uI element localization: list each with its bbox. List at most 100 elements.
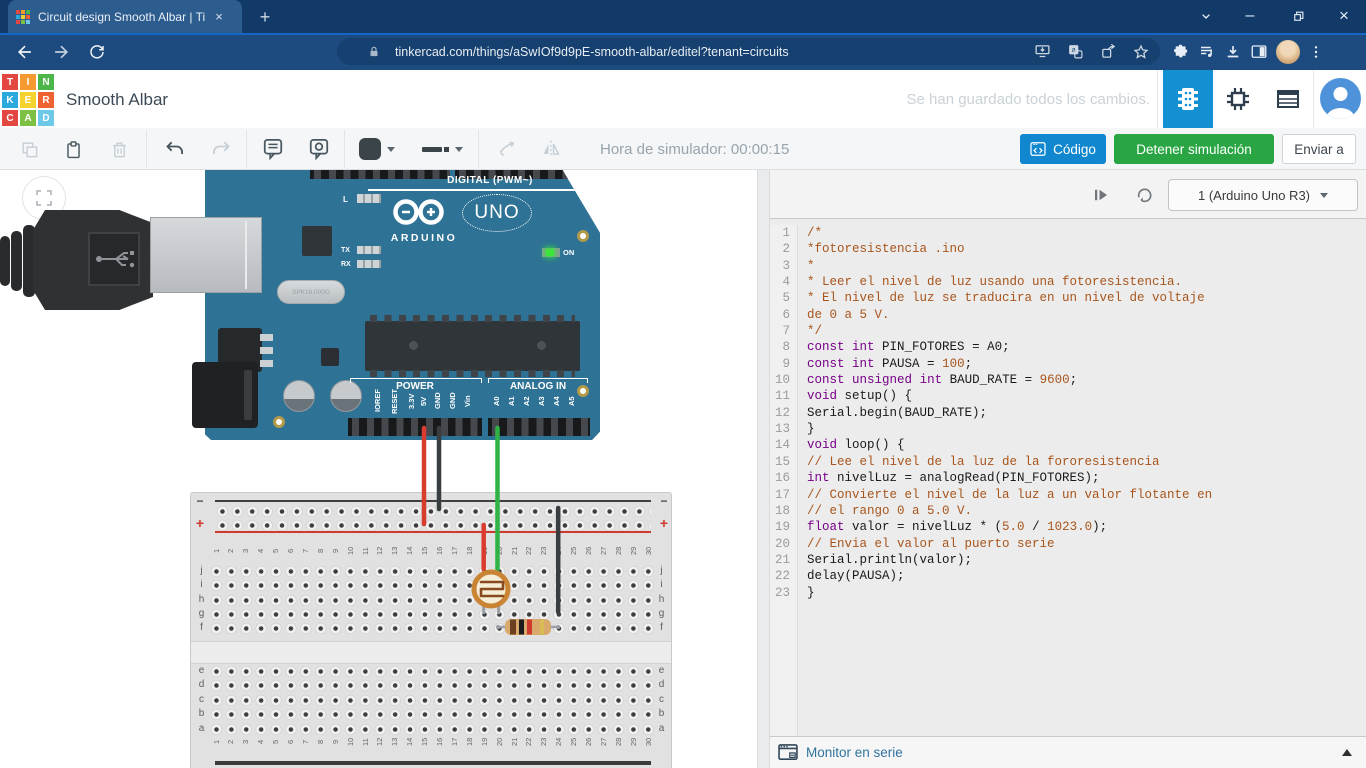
code-line[interactable]: 6de 0 a 5 V. xyxy=(770,307,1366,323)
code-line[interactable]: 23} xyxy=(770,585,1366,601)
code-line[interactable]: 9const int PAUSA = 100; xyxy=(770,356,1366,372)
line-number: 7 xyxy=(770,323,798,339)
code-line[interactable]: 5* El nivel de luz se traducira en un ni… xyxy=(770,290,1366,306)
label-icon[interactable] xyxy=(304,136,334,162)
code-line[interactable]: 12Serial.begin(BAUD_RATE); xyxy=(770,405,1366,421)
component-list-view-button[interactable] xyxy=(1263,70,1313,128)
logo-tile xyxy=(21,15,25,19)
side-panel-icon[interactable] xyxy=(1250,43,1268,61)
code-line[interactable]: 1/* xyxy=(770,225,1366,241)
schematic-view-button[interactable] xyxy=(1213,70,1263,128)
color-dropdown[interactable] xyxy=(355,136,399,162)
code-line[interactable]: 11void setup() { xyxy=(770,388,1366,404)
line-number: 21 xyxy=(770,552,798,568)
new-tab-button[interactable]: + xyxy=(252,4,278,30)
color-swatch xyxy=(359,138,381,160)
resistor-lead-end[interactable] xyxy=(556,625,560,629)
panel-resize-handle[interactable] xyxy=(757,170,770,768)
share-icon[interactable] xyxy=(1095,39,1121,65)
browser-profile-avatar[interactable] xyxy=(1276,40,1300,64)
logo-tile: C xyxy=(2,110,18,126)
simulator-time: Hora de simulador: 00:00:15 xyxy=(600,141,789,158)
wire-style-dot xyxy=(444,147,449,152)
logo-tile xyxy=(16,10,20,14)
tab-search-chevron-icon[interactable] xyxy=(1186,0,1226,32)
rotate-icon[interactable] xyxy=(492,136,522,162)
restart-simulation-icon[interactable] xyxy=(1132,183,1158,207)
wire-style-dropdown[interactable] xyxy=(418,136,466,162)
resistor-band[interactable] xyxy=(540,620,544,635)
extensions-puzzle-icon[interactable] xyxy=(1172,43,1190,61)
code-line[interactable]: 17// Convierte el nivel de la luz a un v… xyxy=(770,487,1366,503)
paste-icon[interactable] xyxy=(58,136,88,162)
code-line[interactable]: 19float valor = nivelLuz * (5.0 / 1023.0… xyxy=(770,519,1366,535)
code-button[interactable]: Código xyxy=(1020,134,1106,164)
code-line[interactable]: 7*/ xyxy=(770,323,1366,339)
line-number: 12 xyxy=(770,405,798,421)
line-number: 14 xyxy=(770,437,798,453)
forward-icon[interactable] xyxy=(46,39,76,65)
flip-icon[interactable] xyxy=(536,136,566,162)
send-to-button[interactable]: Enviar a xyxy=(1282,134,1356,164)
code-line[interactable]: 18// el rango 0 a 5.0 V. xyxy=(770,503,1366,519)
line-number: 22 xyxy=(770,568,798,584)
expand-monitor-caret-icon[interactable] xyxy=(1342,749,1352,756)
line-number: 15 xyxy=(770,454,798,470)
resistor-band[interactable] xyxy=(519,620,524,635)
downloads-icon[interactable] xyxy=(1224,43,1242,61)
code-line[interactable]: 13} xyxy=(770,421,1366,437)
copy-icon[interactable] xyxy=(14,136,44,162)
delete-icon[interactable] xyxy=(104,136,134,162)
resistor-lead-end[interactable] xyxy=(496,625,500,629)
code-line[interactable]: 15// Lee el nivel de la luz de la forore… xyxy=(770,454,1366,470)
resistor-band[interactable] xyxy=(510,620,516,635)
board-selector-dropdown[interactable]: 1 (Arduino Uno R3) xyxy=(1168,179,1358,211)
toolbar-separator xyxy=(344,130,345,168)
code-line[interactable]: 21Serial.println(valor); xyxy=(770,552,1366,568)
bookmark-star-icon[interactable] xyxy=(1128,39,1154,65)
resistor-band[interactable] xyxy=(527,620,532,635)
circuit-canvas[interactable]: DIGITAL (PWM~) L ARDUINO UNO TX RX ON SP… xyxy=(0,170,757,768)
redo-icon[interactable] xyxy=(206,136,236,162)
code-line[interactable]: 3* xyxy=(770,258,1366,274)
tinkercad-account-avatar[interactable] xyxy=(1320,78,1361,119)
logo-tile xyxy=(26,20,30,24)
back-icon[interactable] xyxy=(10,39,40,65)
code-line[interactable]: 22delay(PAUSA); xyxy=(770,568,1366,584)
breadboard-view-button[interactable] xyxy=(1163,70,1213,128)
install-icon[interactable] xyxy=(1029,39,1055,65)
tinkercad-logo[interactable]: TINKERCAD xyxy=(0,72,54,126)
code-line[interactable]: 16int nivelLuz = analogRead(PIN_FOTORES)… xyxy=(770,470,1366,486)
code-line[interactable]: 2*fotoresistencia .ino xyxy=(770,241,1366,257)
code-line[interactable]: 4* Leer el nivel de luz usando una fotor… xyxy=(770,274,1366,290)
code-editor[interactable]: 1/*2*fotoresistencia .ino3*4* Leer el ni… xyxy=(770,219,1366,736)
design-title[interactable]: Smooth Albar xyxy=(66,90,168,110)
send-to-label: Enviar a xyxy=(1294,142,1344,157)
debug-step-icon[interactable] xyxy=(1088,183,1114,207)
code-line[interactable]: 10const unsigned int BAUD_RATE = 9600; xyxy=(770,372,1366,388)
browser-menu-kebab-icon[interactable] xyxy=(1308,44,1324,60)
logo-tile: K xyxy=(2,92,18,108)
notes-icon[interactable] xyxy=(258,136,288,162)
tab-close-icon[interactable]: × xyxy=(210,8,228,26)
translate-icon[interactable]: a xyxy=(1062,39,1088,65)
chevron-down-icon xyxy=(1320,193,1328,198)
wires-layer[interactable] xyxy=(0,170,757,768)
undo-icon[interactable] xyxy=(160,136,190,162)
reload-icon[interactable] xyxy=(82,39,112,65)
toolbar-separator xyxy=(246,130,247,168)
url-bar[interactable]: tinkercad.com/things/aSwIOf9d9pE-smooth-… xyxy=(337,38,1160,65)
close-window-button[interactable]: × xyxy=(1324,0,1364,32)
stop-simulation-button[interactable]: Detener simulación xyxy=(1114,134,1274,164)
code-gutter-fill xyxy=(770,601,1366,736)
media-playlist-icon[interactable] xyxy=(1198,43,1216,61)
restore-button[interactable] xyxy=(1278,0,1318,32)
lock-icon xyxy=(367,45,381,59)
serial-monitor-bar[interactable]: Monitor en serie xyxy=(770,736,1366,768)
browser-tab[interactable]: Circuit design Smooth Albar | Ti × xyxy=(8,0,242,33)
minimize-button[interactable]: – xyxy=(1230,0,1270,32)
code-line[interactable]: 14void loop() { xyxy=(770,437,1366,453)
code-line[interactable]: 8const int PIN_FOTORES = A0; xyxy=(770,339,1366,355)
line-number: 11 xyxy=(770,388,798,404)
code-line[interactable]: 20// Envia el valor al puerto serie xyxy=(770,536,1366,552)
